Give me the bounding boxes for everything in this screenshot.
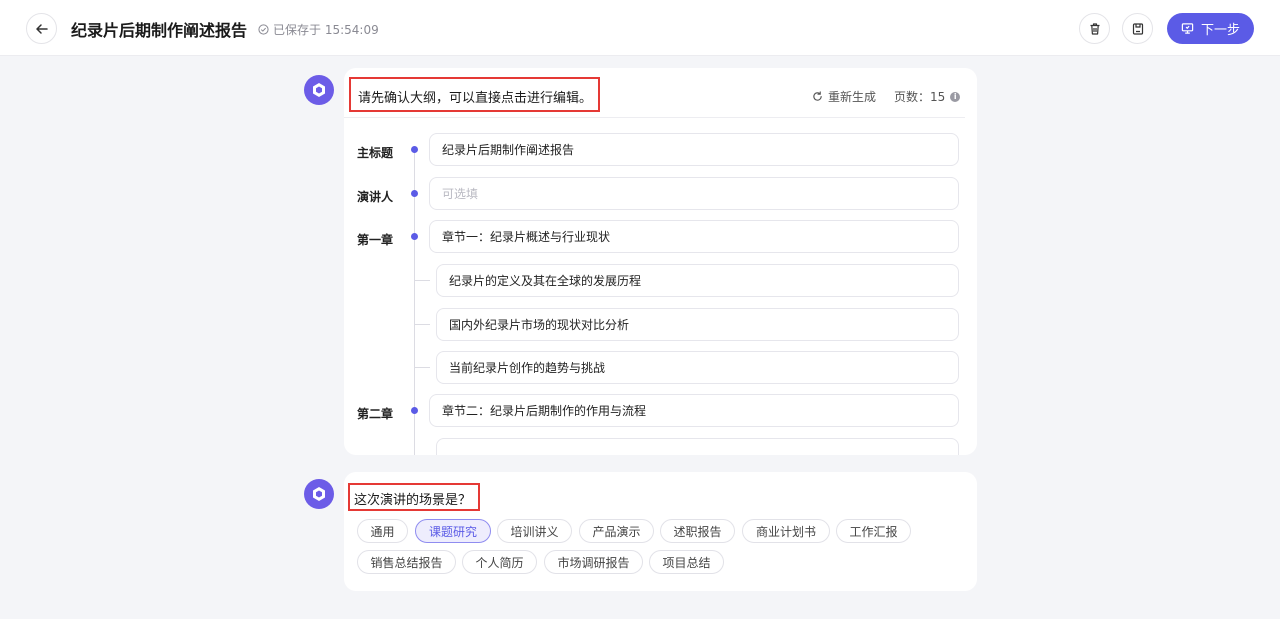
save-icon xyxy=(1132,22,1143,35)
info-icon[interactable]: i xyxy=(950,91,961,102)
speaker-input[interactable]: 可选填 xyxy=(429,177,959,210)
assistant-avatar xyxy=(304,479,334,509)
delete-button[interactable] xyxy=(1079,13,1110,44)
tree-node-dot xyxy=(411,190,418,197)
next-step-label: 下一步 xyxy=(1200,23,1240,38)
page-count-text: 页数：15 xyxy=(894,90,946,104)
scene-option[interactable]: 销售总结报告 xyxy=(357,550,456,574)
chapter1-label: 第一章 xyxy=(357,233,394,247)
back-button[interactable] xyxy=(26,13,57,44)
main-title-label: 主标题 xyxy=(357,146,394,160)
chapter1-section-1-input[interactable]: 纪录片的定义及其在全球的发展历程 xyxy=(436,264,959,297)
tree-branch-line xyxy=(415,367,430,368)
save-button[interactable] xyxy=(1122,13,1153,44)
outline-card: 请先确认大纲，可以直接点击进行编辑。 重新生成 页数：15 i 主标题 纪录片后… xyxy=(344,68,977,455)
refresh-icon xyxy=(813,91,822,101)
chapter2-label: 第二章 xyxy=(357,407,394,421)
logo-icon xyxy=(313,487,325,501)
speaker-label: 演讲人 xyxy=(357,190,394,204)
scene-card: 这次演讲的场景是？ 通用 课题研究 培训讲义 产品演示 述职报告 商业计划书 工… xyxy=(344,472,977,591)
scene-option[interactable]: 述职报告 xyxy=(660,519,735,543)
scene-option[interactable]: 项目总结 xyxy=(649,550,724,574)
tree-node-dot xyxy=(411,233,418,240)
regenerate-button[interactable]: 重新生成 xyxy=(812,88,876,105)
card-header-divider xyxy=(344,117,965,118)
chapter1-title-input[interactable]: 章节一：纪录片概述与行业现状 xyxy=(429,220,959,253)
scene-option-selected[interactable]: 课题研究 xyxy=(415,519,491,543)
check-circle-icon xyxy=(258,24,269,35)
tree-node-dot xyxy=(411,146,418,153)
scene-option[interactable]: 市场调研报告 xyxy=(544,550,643,574)
tree-branch-line xyxy=(415,324,430,325)
regenerate-label: 重新生成 xyxy=(828,90,877,104)
tree-branch-line xyxy=(415,280,430,281)
scene-option[interactable]: 商业计划书 xyxy=(742,519,830,543)
scene-prompt: 这次演讲的场景是？ xyxy=(354,493,472,508)
scene-option[interactable]: 产品演示 xyxy=(579,519,654,543)
trash-icon xyxy=(1090,22,1099,35)
presentation-icon xyxy=(1181,23,1194,34)
chapter1-section-3-input[interactable]: 当前纪录片创作的趋势与挑战 xyxy=(436,351,959,384)
scene-option[interactable]: 培训讲义 xyxy=(497,519,572,543)
save-status-text: 已保存于 15:54:09 xyxy=(273,23,379,37)
scene-option[interactable]: 通用 xyxy=(357,519,408,543)
page-count: 页数：15 i xyxy=(894,88,961,105)
chapter1-section-2-input[interactable]: 国内外纪录片市场的现状对比分析 xyxy=(436,308,959,341)
scene-option[interactable]: 工作汇报 xyxy=(836,519,911,543)
logo-icon xyxy=(313,83,325,97)
document-title[interactable]: 纪录片后期制作阐述报告 xyxy=(71,17,247,41)
assistant-avatar xyxy=(304,75,334,105)
scene-option[interactable]: 个人简历 xyxy=(462,550,537,574)
back-arrow-icon xyxy=(35,23,48,34)
main-title-input[interactable]: 纪录片后期制作阐述报告 xyxy=(429,133,959,166)
top-bar: 纪录片后期制作阐述报告 已保存于 15:54:09 下一步 xyxy=(0,0,1280,56)
save-status: 已保存于 15:54:09 xyxy=(258,21,379,38)
chapter2-title-input[interactable]: 章节二：纪录片后期制作的作用与流程 xyxy=(429,394,959,427)
chapter2-section-1-input[interactable] xyxy=(436,438,959,455)
tree-node-dot xyxy=(411,407,418,414)
next-step-button[interactable]: 下一步 xyxy=(1167,13,1254,44)
outline-prompt: 请先确认大纲，可以直接点击进行编辑。 xyxy=(358,91,593,106)
